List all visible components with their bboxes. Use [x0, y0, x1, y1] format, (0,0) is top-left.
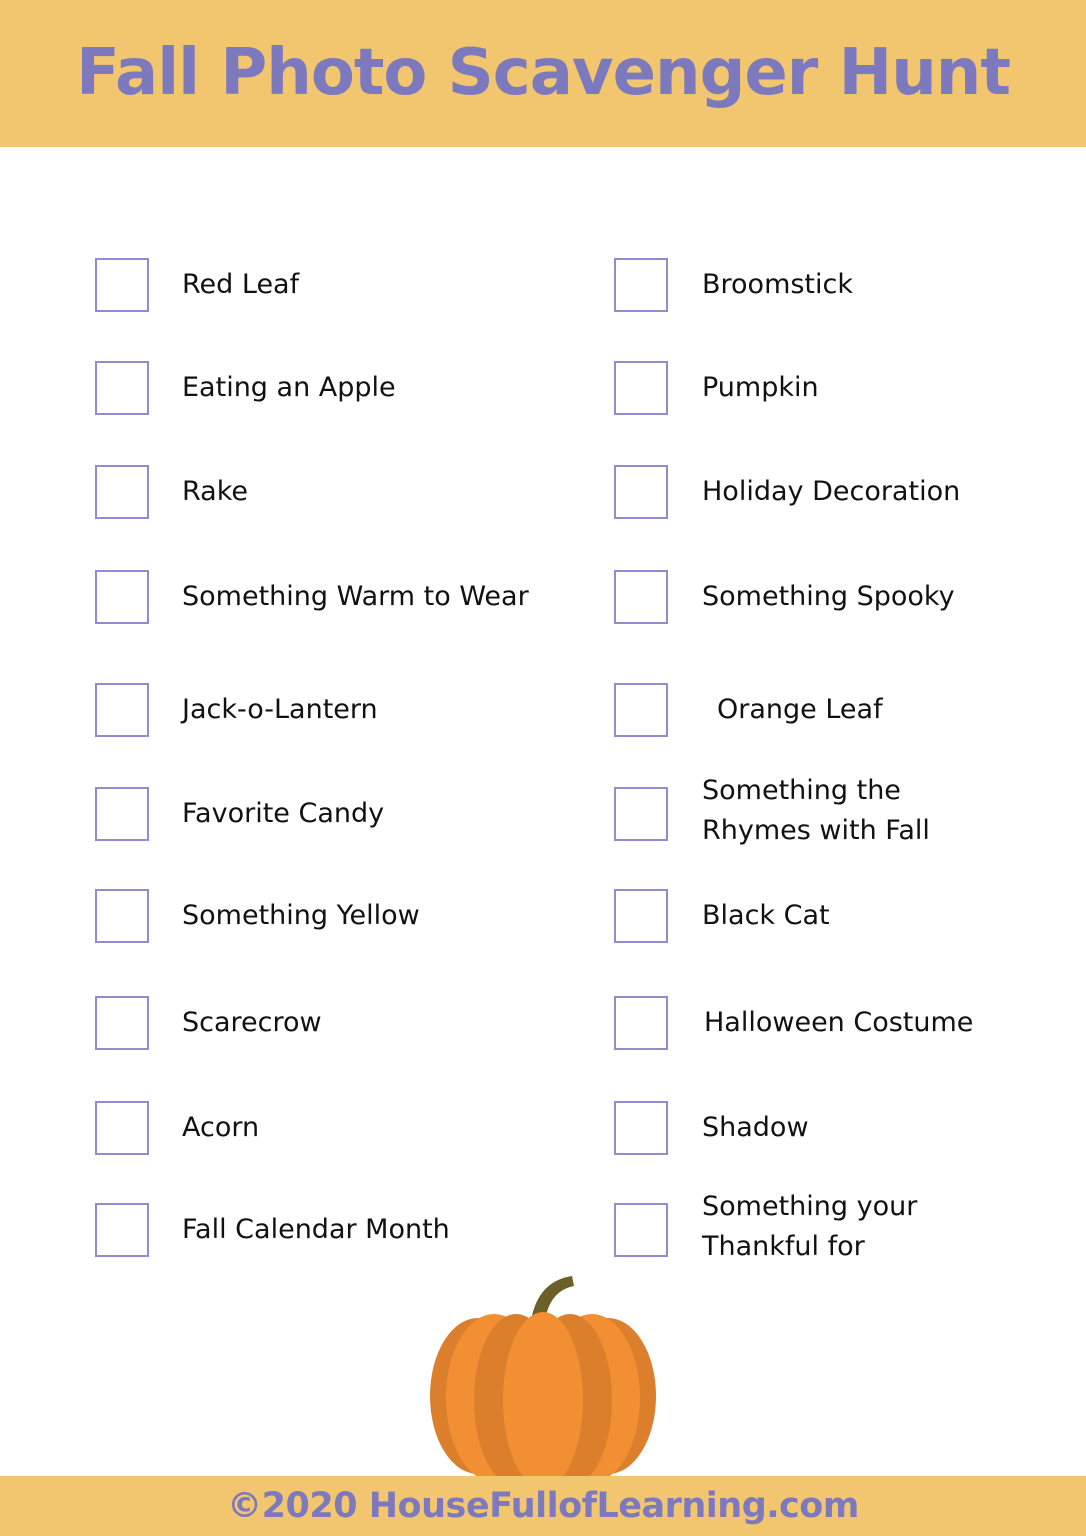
title-banner: Fall Photo Scavenger Hunt: [0, 0, 1086, 147]
checkbox-right-3[interactable]: [614, 465, 668, 519]
item-label: Eating an Apple: [182, 372, 396, 403]
item-label: Something Spooky: [702, 581, 955, 612]
checkbox-left-4[interactable]: [95, 570, 149, 624]
item-label: Rake: [182, 476, 248, 507]
item-label: Black Cat: [702, 900, 830, 931]
checkbox-right-6[interactable]: [614, 787, 668, 841]
checkbox-right-2[interactable]: [614, 361, 668, 415]
item-label: Scarecrow: [182, 1007, 322, 1038]
checkbox-left-2[interactable]: [95, 361, 149, 415]
item-label: Red Leaf: [182, 269, 300, 300]
item-label: Something the Rhymes with Fall: [702, 771, 930, 851]
pumpkin-icon: [430, 1276, 656, 1480]
checkbox-right-5[interactable]: [614, 683, 668, 737]
checkbox-left-5[interactable]: [95, 683, 149, 737]
item-label: Jack-o-Lantern: [182, 694, 378, 725]
item-label: Acorn: [182, 1112, 260, 1143]
checkbox-right-10[interactable]: [614, 1203, 668, 1257]
checkbox-left-7[interactable]: [95, 889, 149, 943]
item-label-line2: Thankful for: [702, 1231, 865, 1262]
item-label: Pumpkin: [702, 372, 819, 403]
pumpkin-lobe-center: [503, 1312, 583, 1480]
page-title: Fall Photo Scavenger Hunt: [76, 35, 1011, 110]
checkbox-left-8[interactable]: [95, 996, 149, 1050]
item-label-line2: Rhymes with Fall: [702, 815, 930, 846]
checkbox-left-3[interactable]: [95, 465, 149, 519]
checkbox-right-8[interactable]: [614, 996, 668, 1050]
item-label: Holiday Decoration: [702, 476, 961, 507]
item-label: Favorite Candy: [182, 798, 385, 829]
item-label: Halloween Costume: [704, 1007, 974, 1038]
checkbox-right-9[interactable]: [614, 1101, 668, 1155]
footer-banner: ©2020 HouseFullofLearning.com: [0, 1476, 1086, 1536]
item-label: Something Warm to Wear: [182, 581, 529, 612]
item-label: Something Yellow: [182, 900, 420, 931]
item-label-line1: Something the: [702, 775, 901, 806]
checkbox-left-6[interactable]: [95, 787, 149, 841]
checkbox-left-9[interactable]: [95, 1101, 149, 1155]
item-label: Orange Leaf: [717, 694, 883, 725]
checkbox-right-4[interactable]: [614, 570, 668, 624]
item-label: Something your Thankful for: [702, 1187, 917, 1267]
item-label: Broomstick: [702, 269, 854, 300]
item-label: Fall Calendar Month: [182, 1214, 450, 1245]
checkbox-left-10[interactable]: [95, 1203, 149, 1257]
copyright-text: ©2020 HouseFullofLearning.com: [227, 1486, 859, 1526]
checkbox-right-1[interactable]: [614, 258, 668, 312]
checkbox-right-7[interactable]: [614, 889, 668, 943]
item-label: Shadow: [702, 1112, 809, 1143]
checkbox-left-1[interactable]: [95, 258, 149, 312]
item-label-line1: Something your: [702, 1191, 918, 1222]
